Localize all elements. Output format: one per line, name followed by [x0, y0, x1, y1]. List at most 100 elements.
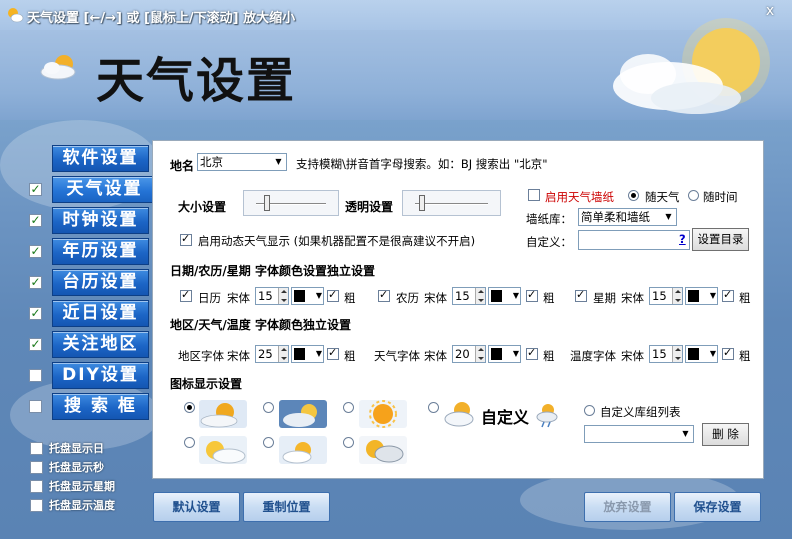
region-bold-checkbox[interactable]	[327, 346, 339, 363]
tab-weather-settings[interactable]: 天气设置	[52, 176, 156, 203]
weekday-font-name[interactable]: 宋体	[621, 290, 644, 306]
icon-set-3-radio[interactable]	[343, 402, 354, 416]
tray-show-day-option[interactable]: 托盘显示日	[30, 440, 104, 456]
weather-font-name[interactable]: 宋体	[424, 348, 447, 364]
tab-weather-checkbox[interactable]: ✓	[29, 183, 42, 196]
sun-cloud-icon[interactable]	[279, 400, 327, 428]
tray-show-day-checkbox[interactable]	[30, 441, 43, 455]
tab-recent-days-settings[interactable]: 近日设置	[52, 300, 149, 327]
calendar-font-checkbox[interactable]	[180, 288, 192, 305]
default-settings-button[interactable]: 默认设置	[153, 492, 240, 522]
spin-arrows-icon[interactable]	[278, 346, 288, 362]
wallpaper-enable-option[interactable]	[528, 189, 540, 204]
page-title: 天气设置	[96, 53, 297, 109]
reset-position-button[interactable]: 重制位置	[243, 492, 330, 522]
tab-watch-regions-checkbox[interactable]: ✓	[29, 338, 42, 351]
region-font-name[interactable]: 宋体	[227, 348, 250, 364]
custom-path-input[interactable]	[578, 230, 690, 250]
spin-arrows-icon[interactable]	[278, 288, 288, 304]
tab-desk-calendar-checkbox[interactable]: ✓	[29, 276, 42, 289]
weekday-bold-checkbox[interactable]	[722, 288, 734, 305]
help-link[interactable]: ?	[679, 232, 686, 246]
slider-thumb[interactable]	[264, 195, 270, 211]
tab-search-box-checkbox[interactable]	[29, 400, 42, 413]
location-hint: 支持模糊\拼音首字母搜索。如：BJ 搜索出 "北京"	[296, 157, 548, 171]
wallpaper-lib-select[interactable]: 简单柔和墙纸 ▼	[578, 208, 677, 226]
size-label: 大小设置	[178, 200, 227, 214]
lunar-font-checkbox[interactable]	[378, 288, 390, 305]
region-font-size[interactable]: 25	[255, 345, 289, 363]
tab-calendar-checkbox[interactable]: ✓	[29, 245, 42, 258]
custom-lib-select[interactable]: ▼	[584, 425, 694, 443]
weekday-bold-label: 粗	[739, 291, 751, 305]
tray-show-weekday-checkbox[interactable]	[30, 479, 43, 493]
tab-search-box[interactable]: 搜 索 框	[52, 393, 149, 420]
lunar-font-size[interactable]: 15	[452, 287, 486, 305]
sun-cloud-icon[interactable]	[279, 436, 327, 464]
tab-desk-calendar-settings[interactable]: 台历设置	[52, 269, 149, 296]
icon-set-6-radio[interactable]	[343, 437, 354, 451]
weekday-font-size[interactable]: 15	[649, 287, 683, 305]
tray-show-weekday-option[interactable]: 托盘显示星期	[30, 478, 115, 494]
calendar-bold-checkbox[interactable]	[327, 288, 339, 305]
weekday-font-color[interactable]: ▼	[685, 287, 718, 305]
follow-time-radio[interactable]	[688, 190, 699, 204]
wallpaper-enable-checkbox[interactable]	[528, 189, 540, 201]
spin-arrows-icon[interactable]	[672, 288, 682, 304]
sun-cloud-icon[interactable]	[199, 436, 247, 464]
temperature-font-size[interactable]: 15	[649, 345, 683, 363]
tray-show-temperature-checkbox[interactable]	[30, 498, 43, 512]
discard-settings-button[interactable]: 放弃设置	[584, 492, 671, 522]
icon-set-4-radio[interactable]	[184, 437, 195, 451]
tray-show-seconds-option[interactable]: 托盘显示秒	[30, 459, 104, 475]
spin-arrows-icon[interactable]	[475, 288, 485, 304]
follow-weather-radio[interactable]	[628, 190, 639, 204]
calendar-font-size[interactable]: 15	[255, 287, 289, 305]
slider-thumb[interactable]	[419, 195, 425, 211]
location-select[interactable]: 北京 ▼	[197, 153, 287, 171]
weekday-font-checkbox[interactable]	[575, 288, 587, 305]
tray-show-seconds-checkbox[interactable]	[30, 460, 43, 474]
tab-watch-regions[interactable]: 关注地区	[52, 331, 149, 358]
weather-font-color[interactable]: ▼	[488, 345, 521, 363]
temperature-font-color[interactable]: ▼	[685, 345, 718, 363]
tab-clock-settings[interactable]: 时钟设置	[52, 207, 149, 234]
weather-bold-checkbox[interactable]	[526, 346, 538, 363]
calendar-font-name[interactable]: 宋体	[227, 290, 250, 306]
sun-cloud-icon[interactable]	[199, 400, 247, 428]
region-font-color[interactable]: ▼	[291, 345, 324, 363]
tab-diy-checkbox[interactable]	[29, 369, 42, 382]
dynamic-weather-option[interactable]	[180, 232, 192, 249]
lunar-bold-checkbox[interactable]	[526, 288, 538, 305]
spin-arrows-icon[interactable]	[475, 346, 485, 362]
spin-arrows-icon[interactable]	[672, 346, 682, 362]
icon-set-2-radio[interactable]	[263, 402, 274, 416]
opacity-slider[interactable]	[402, 190, 501, 216]
tab-software-settings[interactable]: 软件设置	[52, 145, 149, 172]
tab-recent-days-checkbox[interactable]: ✓	[29, 307, 42, 320]
wallpaper-enable-label: 启用天气墙纸	[545, 190, 614, 204]
lunar-font-color[interactable]: ▼	[488, 287, 521, 305]
tab-calendar-settings[interactable]: 年历设置	[52, 238, 149, 265]
custom-lib-radio[interactable]	[584, 405, 595, 419]
color-swatch	[491, 290, 502, 302]
temperature-bold-checkbox[interactable]	[722, 346, 734, 363]
tray-show-temperature-option[interactable]: 托盘显示温度	[30, 497, 115, 513]
tab-clock-checkbox[interactable]: ✓	[29, 214, 42, 227]
sun-icon[interactable]	[359, 400, 407, 428]
delete-button[interactable]: 删 除	[702, 423, 749, 446]
icon-set-custom-radio[interactable]	[428, 402, 439, 416]
icon-set-1-radio[interactable]	[184, 402, 195, 416]
tab-diy-settings[interactable]: DIY设置	[52, 362, 149, 389]
calendar-font-color[interactable]: ▼	[291, 287, 324, 305]
lunar-font-name[interactable]: 宋体	[424, 290, 447, 306]
temperature-font-name[interactable]: 宋体	[621, 348, 644, 364]
sun-cloud-icon[interactable]	[359, 436, 407, 464]
set-directory-button[interactable]: 设置目录	[692, 228, 749, 251]
follow-weather-label: 随天气	[645, 190, 680, 204]
size-slider[interactable]	[243, 190, 339, 216]
save-settings-button[interactable]: 保存设置	[674, 492, 761, 522]
weather-bold-label: 粗	[543, 349, 555, 363]
icon-set-5-radio[interactable]	[263, 437, 274, 451]
weather-font-size[interactable]: 20	[452, 345, 486, 363]
